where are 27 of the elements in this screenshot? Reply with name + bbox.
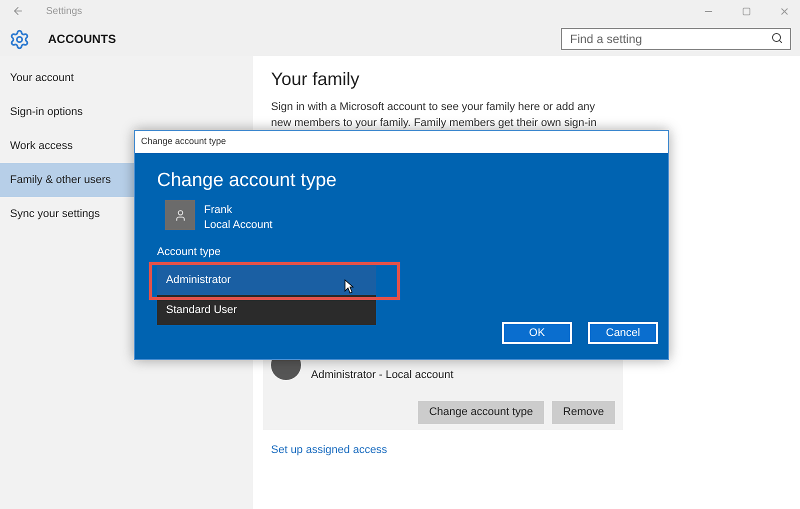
account-subtitle: Administrator - Local account	[311, 368, 454, 383]
dropdown-option[interactable]: Standard User	[157, 295, 376, 325]
back-icon[interactable]	[12, 5, 24, 17]
field-label: Account type	[157, 245, 221, 260]
description-text: Sign in with a Microsoft account to see your family here or add any	[271, 100, 596, 115]
settings-icon	[9, 28, 30, 50]
page-title: ACCOUNTS	[48, 31, 116, 48]
dialog-button[interactable]: Cancel	[588, 322, 658, 344]
dialog-button[interactable]: OK	[502, 322, 572, 344]
user-type: Local Account	[204, 218, 272, 233]
maximize-icon[interactable]	[742, 6, 751, 16]
sidebar-item[interactable]: Sign-in options	[0, 95, 253, 129]
description-text: new members to your family. Family members get their own sign-in	[271, 116, 598, 131]
section-heading: Your family	[271, 68, 360, 91]
user-icon	[174, 208, 186, 222]
card-button[interactable]: Remove	[552, 401, 615, 424]
card-button[interactable]: Change account type	[418, 401, 544, 424]
dialog-title: Change account type	[141, 135, 226, 148]
search-field[interactable]: Find a setting	[561, 28, 791, 50]
sidebar-item[interactable]: Your account	[0, 61, 253, 95]
window-title: Settings	[46, 4, 82, 18]
dropdown-option[interactable]: Administrator	[157, 265, 376, 295]
cursor-icon	[344, 279, 354, 294]
search-icon[interactable]	[771, 32, 783, 44]
assigned-access-link[interactable]: Set up assigned access	[271, 442, 800, 458]
close-icon[interactable]	[779, 6, 790, 16]
user-name: Frank	[204, 203, 232, 218]
